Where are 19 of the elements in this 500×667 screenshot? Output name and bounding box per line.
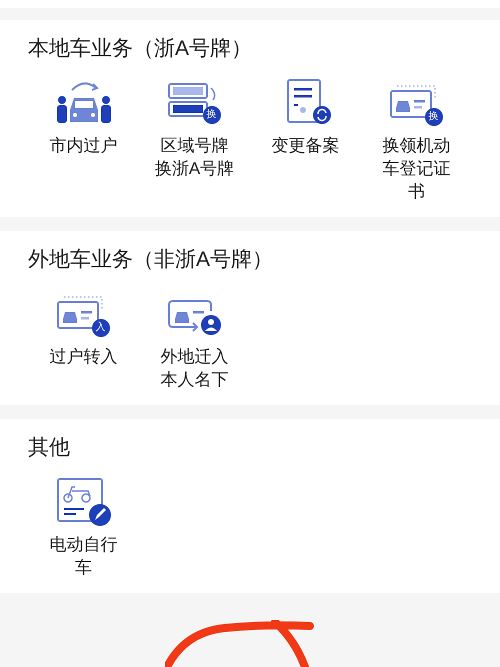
service-label[interactable]: 换浙A号牌	[154, 157, 234, 180]
section-title: 其他	[28, 435, 71, 461]
service-label[interactable]: 换领机动	[382, 134, 450, 157]
section-title: 本地车业务（浙A号牌）	[28, 36, 254, 62]
service-label[interactable]: 本人名下	[160, 368, 228, 391]
service-label[interactable]: 外地迁入	[160, 345, 228, 368]
service-label[interactable]: 过户转入	[50, 345, 118, 368]
service-label[interactable]: 书	[408, 180, 425, 203]
service-label[interactable]: 区域号牌	[160, 134, 228, 157]
service-label[interactable]: 电动自行	[50, 533, 118, 556]
service-label[interactable]: 车	[75, 556, 92, 579]
service-label[interactable]: 变更备案	[272, 134, 340, 157]
badge: 入	[92, 319, 110, 337]
badge: 换	[202, 106, 220, 124]
service-label[interactable]: 车登记证	[382, 157, 450, 180]
scooter-document-icon	[56, 477, 112, 527]
badge: 换	[424, 108, 442, 126]
section-title: 外地车业务（非浙A号牌）	[28, 247, 274, 273]
service-label[interactable]: 市内过户	[50, 134, 118, 157]
